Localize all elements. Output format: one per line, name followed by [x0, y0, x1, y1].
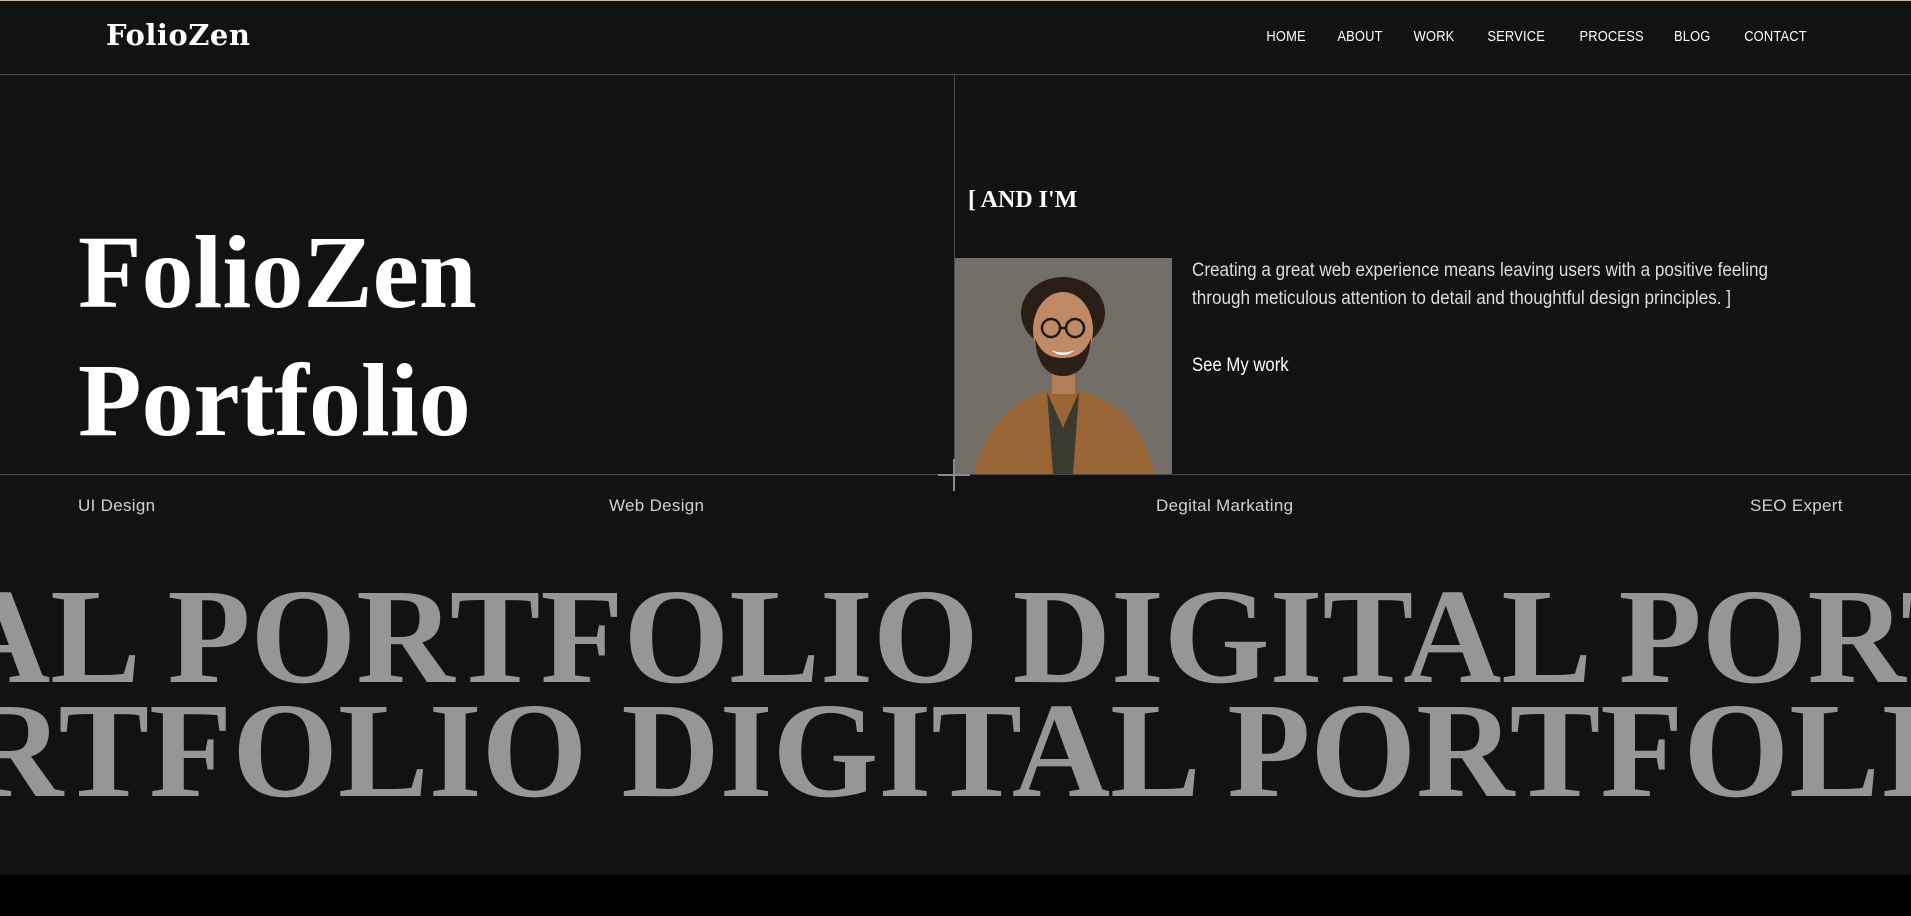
intro-text: Creating a great web experience means le… — [1192, 260, 1769, 309]
portrait-image — [955, 258, 1172, 474]
brand-logo[interactable]: FolioZen — [106, 18, 250, 52]
nav-blog[interactable]: BLOG — [1674, 28, 1711, 45]
site-header: FolioZen HOME ABOUT WORK SERVICE PROCESS… — [0, 1, 1911, 75]
marquee-row-2: RTFOLIO DIGITAL PORTFOLIO — [0, 676, 1911, 826]
main-nav: HOME ABOUT WORK SERVICE PROCESS BLOG CON… — [1236, 28, 1807, 45]
skill-ui-design: UI Design — [78, 496, 156, 515]
hero-title-line-1: FolioZen — [78, 215, 477, 330]
nav-work[interactable]: WORK — [1413, 28, 1454, 45]
portfolio-page: FolioZen HOME ABOUT WORK SERVICE PROCESS… — [0, 0, 1911, 875]
see-my-work-link[interactable]: See My work — [1192, 355, 1289, 377]
nav-contact[interactable]: CONTACT — [1744, 28, 1807, 45]
skill-web-design: Web Design — [609, 496, 705, 515]
portrait-illustration — [955, 258, 1172, 474]
nav-service[interactable]: SERVICE — [1487, 28, 1545, 45]
nav-process[interactable]: PROCESS — [1579, 28, 1643, 45]
intro-heading: [ AND I'M — [968, 187, 1078, 213]
skills-row: UI Design Web Design Degital Markating S… — [0, 496, 1911, 526]
nav-home[interactable]: HOME — [1266, 28, 1305, 45]
skill-digital-marketing: Degital Markating — [1156, 496, 1294, 515]
hero-title: FolioZen Portfolio — [78, 209, 477, 465]
nav-about[interactable]: ABOUT — [1337, 28, 1382, 45]
skill-seo-expert: SEO Expert — [1750, 496, 1843, 515]
hero-title-line-2: Portfolio — [78, 343, 471, 458]
